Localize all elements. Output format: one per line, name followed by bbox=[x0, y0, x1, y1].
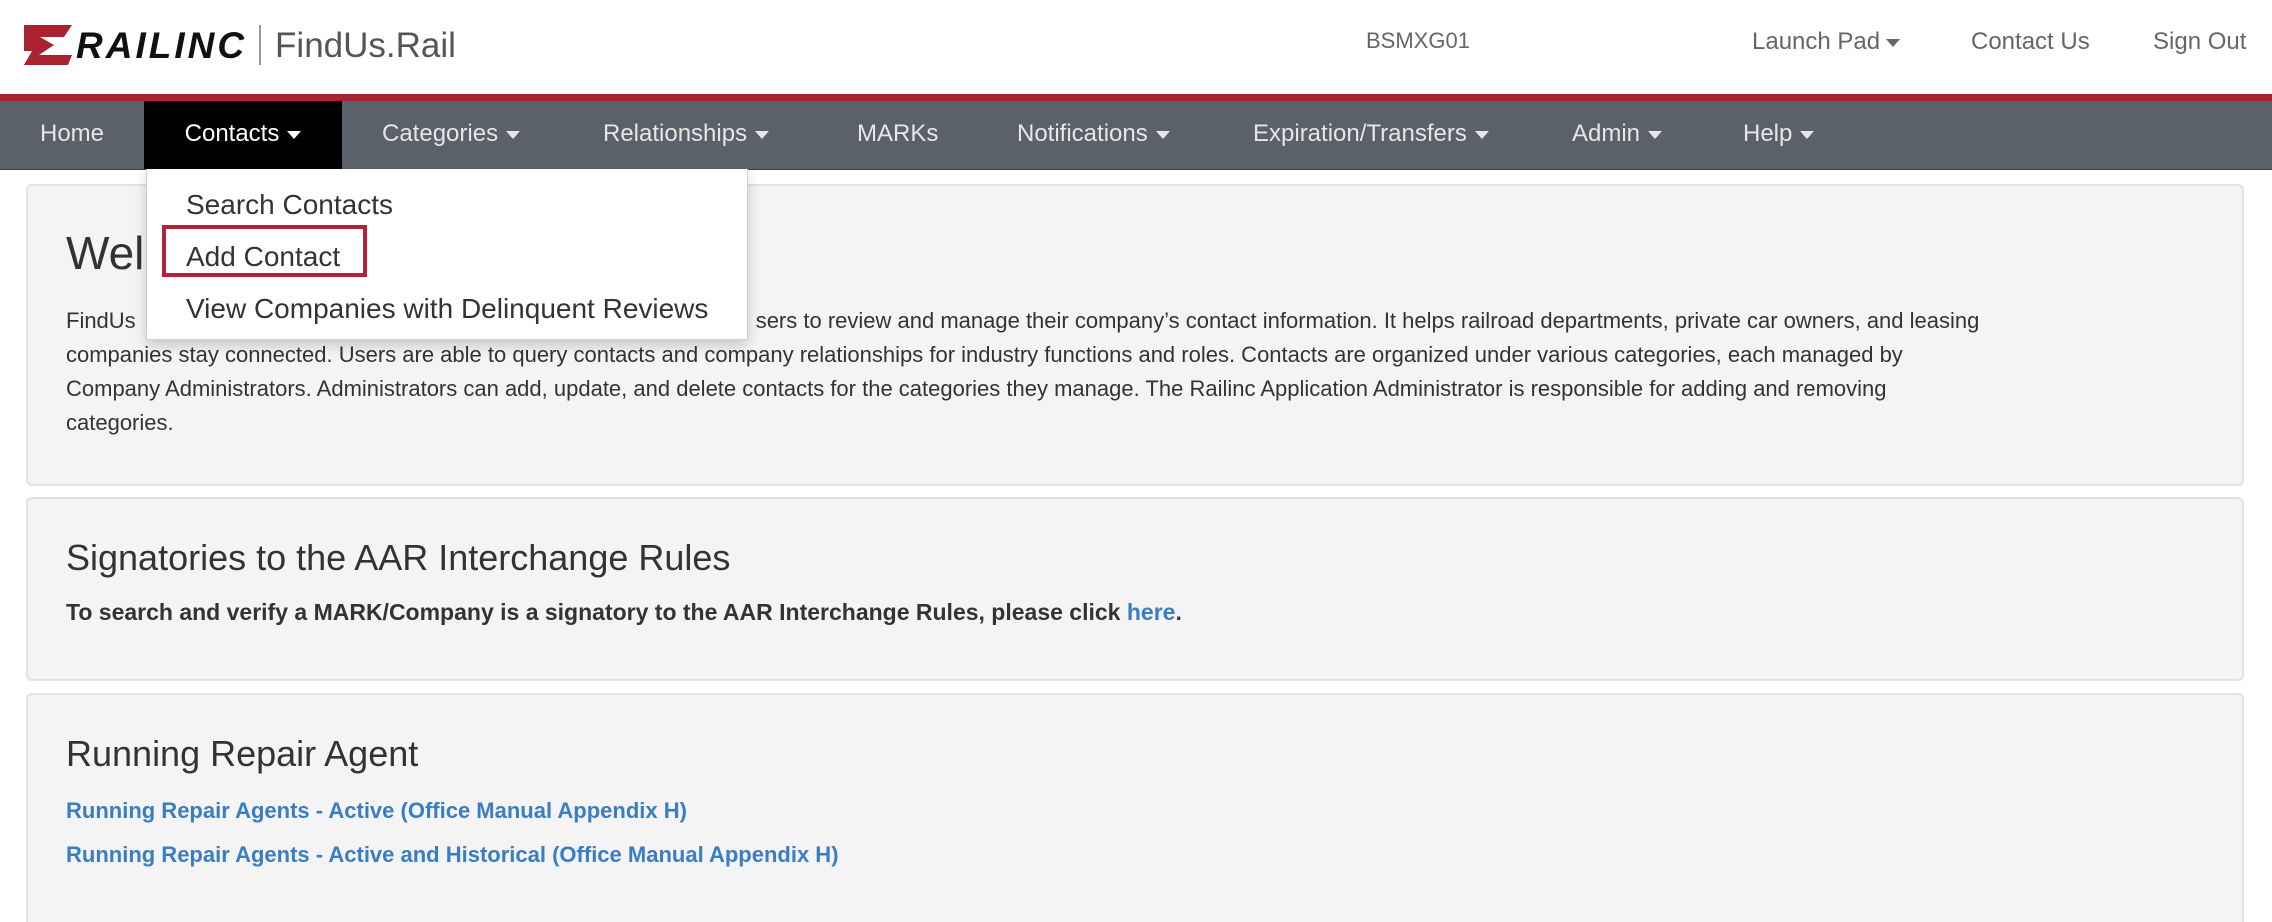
nav-expiration-transfers[interactable]: Expiration/Transfers bbox=[1253, 101, 1489, 169]
nav-home-label: Home bbox=[39, 120, 105, 147]
contact-us-link[interactable]: Contact Us bbox=[1971, 28, 2090, 56]
app-name: FindUs.Rail bbox=[275, 25, 456, 65]
nav-admin[interactable]: Admin bbox=[1572, 101, 1663, 169]
brand-divider bbox=[259, 25, 262, 65]
welcome-title: Wel bbox=[66, 227, 145, 279]
nav-marks-label: MARKs bbox=[857, 120, 939, 147]
running-repair-active-link[interactable]: Running Repair Agents - Active (Office M… bbox=[66, 798, 687, 824]
brand-logo-text: RAILINC bbox=[76, 24, 248, 66]
chevron-down-icon bbox=[287, 130, 302, 139]
welcome-line-2: companies stay connected. Users are able… bbox=[66, 342, 1903, 367]
user-info-box bbox=[1474, 0, 1718, 80]
chevron-down-icon bbox=[1800, 130, 1815, 139]
welcome-line-1-start: FindUs bbox=[66, 308, 136, 333]
nav-contacts[interactable]: Contacts bbox=[144, 101, 342, 169]
signatories-description: To search and verify a MARK/Company is a… bbox=[66, 599, 1121, 625]
user-id: BSMXG01 bbox=[1366, 28, 1470, 53]
running-repair-title: Running Repair Agent bbox=[66, 733, 419, 774]
chevron-down-icon bbox=[1474, 130, 1489, 139]
chevron-down-icon bbox=[506, 130, 521, 139]
brand-accent-line bbox=[0, 94, 2272, 101]
nav-notifications[interactable]: Notifications bbox=[1017, 101, 1170, 169]
contacts-dropdown-menu: Search Contacts Add Contact View Compani… bbox=[146, 169, 748, 340]
nav-help-label: Help bbox=[1743, 120, 1793, 147]
running-repair-historical-link[interactable]: Running Repair Agents - Active and Histo… bbox=[66, 842, 839, 868]
top-bar: RAILINC FindUs.Rail BSMXG01 Launch Pad C… bbox=[0, 0, 2272, 94]
chevron-down-icon bbox=[1648, 130, 1663, 139]
nav-relationships[interactable]: Relationships bbox=[603, 101, 770, 169]
signatories-title: Signatories to the AAR Interchange Rules bbox=[66, 537, 731, 578]
nav-relationships-label: Relationships bbox=[603, 120, 748, 147]
nav-categories[interactable]: Categories bbox=[382, 101, 521, 169]
welcome-line-3: Company Administrators. Administrators c… bbox=[66, 376, 1887, 401]
signatories-panel: Signatories to the AAR Interchange Rules… bbox=[26, 497, 2244, 681]
nav-categories-label: Categories bbox=[382, 120, 499, 147]
menu-item-search-contacts[interactable]: Search Contacts bbox=[186, 189, 393, 221]
nav-marks[interactable]: MARKs bbox=[857, 101, 938, 169]
menu-item-add-contact[interactable]: Add Contact bbox=[186, 241, 340, 273]
menu-item-delinquent-reviews[interactable]: View Companies with Delinquent Reviews bbox=[186, 293, 708, 325]
nav-home[interactable]: Home bbox=[0, 101, 144, 169]
brand[interactable]: RAILINC FindUs.Rail bbox=[24, 22, 456, 68]
launch-pad-label: Launch Pad bbox=[1752, 28, 1881, 55]
main-navbar: Home Contacts Categories Relationships M… bbox=[0, 101, 2272, 170]
signatories-suffix: . bbox=[1175, 599, 1182, 625]
nav-notifications-label: Notifications bbox=[1017, 120, 1148, 147]
signatories-text: To search and verify a MARK/Company is a… bbox=[66, 599, 1182, 626]
nav-help[interactable]: Help bbox=[1743, 101, 1815, 169]
nav-admin-label: Admin bbox=[1572, 120, 1641, 147]
nav-expiration-label: Expiration/Transfers bbox=[1253, 120, 1467, 147]
nav-contacts-label: Contacts bbox=[184, 120, 280, 147]
running-repair-panel: Running Repair Agent Running Repair Agen… bbox=[26, 693, 2244, 922]
chevron-down-icon bbox=[755, 130, 770, 139]
chevron-down-icon bbox=[1886, 38, 1901, 47]
railinc-logo-icon bbox=[24, 25, 72, 65]
chevron-down-icon bbox=[1155, 130, 1170, 139]
launch-pad-dropdown[interactable]: Launch Pad bbox=[1752, 28, 1901, 56]
signatories-here-link[interactable]: here bbox=[1127, 599, 1176, 625]
sign-out-link[interactable]: Sign Out bbox=[2153, 28, 2246, 56]
welcome-line-1-rest: sers to review and manage their company’… bbox=[755, 308, 1980, 333]
welcome-line-4: categories. bbox=[66, 410, 174, 435]
